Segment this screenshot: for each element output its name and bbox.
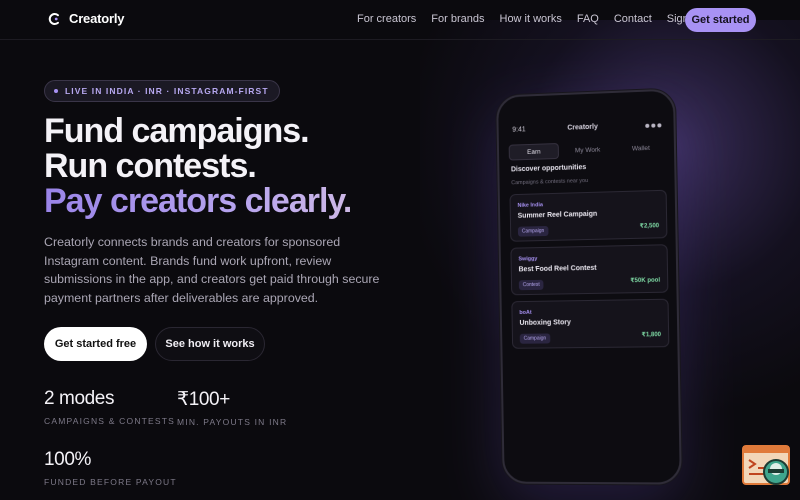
nav-links: For creators For brands How it works FAQ…: [357, 13, 700, 25]
phone-status-bar: 9:41 Creatorly: [512, 121, 662, 138]
more-dots-icon: [645, 123, 662, 128]
card-title: Summer Reel Campaign: [517, 210, 598, 220]
stat-value: 2 modes: [44, 388, 115, 409]
nav-link-contact[interactable]: Contact: [614, 13, 652, 25]
nav-link-for-creators[interactable]: For creators: [357, 13, 416, 25]
get-started-button[interactable]: Get started: [685, 8, 756, 32]
see-how-it-works-button[interactable]: See how it works: [155, 327, 265, 361]
card-tag: Campaign: [519, 333, 551, 344]
opportunity-card[interactable]: boAt Unboxing Story Campaign ₹1,800: [511, 298, 670, 349]
phone-subheading: Campaigns & contests near you: [511, 177, 589, 187]
opportunity-card[interactable]: Nike India Summer Reel Campaign Campaign…: [509, 189, 668, 242]
pill-text: LIVE IN INDIA · INR · INSTAGRAM-FIRST: [65, 86, 269, 96]
brand-logo-link[interactable]: Creatorly: [47, 11, 124, 26]
card-tag: Campaign: [517, 225, 549, 237]
card-brand: Nike India: [517, 202, 544, 209]
phone-heading: Discover opportunities: [510, 164, 587, 174]
stat-label: FUNDED BEFORE PAYOUT: [44, 477, 177, 487]
phone-app-title: Creatorly: [567, 123, 598, 132]
chat-widget-icon[interactable]: [742, 445, 790, 487]
hero-description: Creatorly connects brands and creators f…: [44, 235, 380, 305]
status-pill: LIVE IN INDIA · INR · INSTAGRAM-FIRST: [44, 80, 280, 102]
card-title: Unboxing Story: [519, 319, 571, 327]
card-amount: ₹50K pool: [630, 277, 661, 285]
tab-my-work[interactable]: My Work: [563, 141, 612, 159]
stat-modes: 2 modes CAMPAIGNS & CONTESTS: [44, 388, 175, 426]
stat-label: CAMPAIGNS & CONTESTS: [44, 416, 176, 426]
card-tag: Contest: [518, 279, 544, 291]
nav-link-how-it-works[interactable]: How it works: [500, 13, 562, 25]
stat-value: ₹100+: [177, 389, 230, 410]
pill-dot-icon: [54, 89, 58, 93]
nav-link-faq[interactable]: FAQ: [577, 13, 599, 25]
stat-label: MIN. PAYOUTS IN INR: [177, 417, 288, 427]
card-brand: boAt: [519, 309, 532, 316]
headline-line-3: Pay creators clearly.: [44, 182, 352, 220]
phone-mockup: 9:41 Creatorly Earn My Work Wallet Disco…: [496, 88, 682, 485]
phone-time: 9:41: [512, 126, 526, 134]
stat-min-payouts: ₹100+ MIN. PAYOUTS IN INR: [177, 388, 287, 427]
tab-wallet[interactable]: Wallet: [616, 139, 666, 157]
card-brand: Swiggy: [518, 256, 538, 263]
brand-name: Creatorly: [69, 11, 125, 26]
nav-link-for-brands[interactable]: For brands: [431, 13, 484, 25]
creatorly-logo-icon: [47, 12, 61, 26]
tab-earn[interactable]: Earn: [508, 142, 560, 161]
stat-value: 100%: [44, 449, 91, 470]
stat-funded: 100% FUNDED BEFORE PAYOUT: [44, 449, 177, 487]
headline-line-1: Fund campaigns.: [44, 112, 310, 150]
card-amount: ₹2,500: [639, 223, 660, 230]
top-nav: Creatorly For creators For brands How it…: [0, 0, 800, 40]
card-title: Best Food Reel Contest: [518, 264, 597, 274]
headline-line-2: Run contests.: [44, 147, 257, 185]
phone-tabs: Earn My Work Wallet: [508, 139, 666, 161]
opportunity-card[interactable]: Swiggy Best Food Reel Contest Contest ₹5…: [510, 244, 669, 296]
card-amount: ₹1,800: [641, 332, 662, 339]
get-started-free-button[interactable]: Get started free: [44, 327, 147, 361]
hero-headline: Fund campaigns. Run contests. Pay creato…: [44, 112, 352, 220]
